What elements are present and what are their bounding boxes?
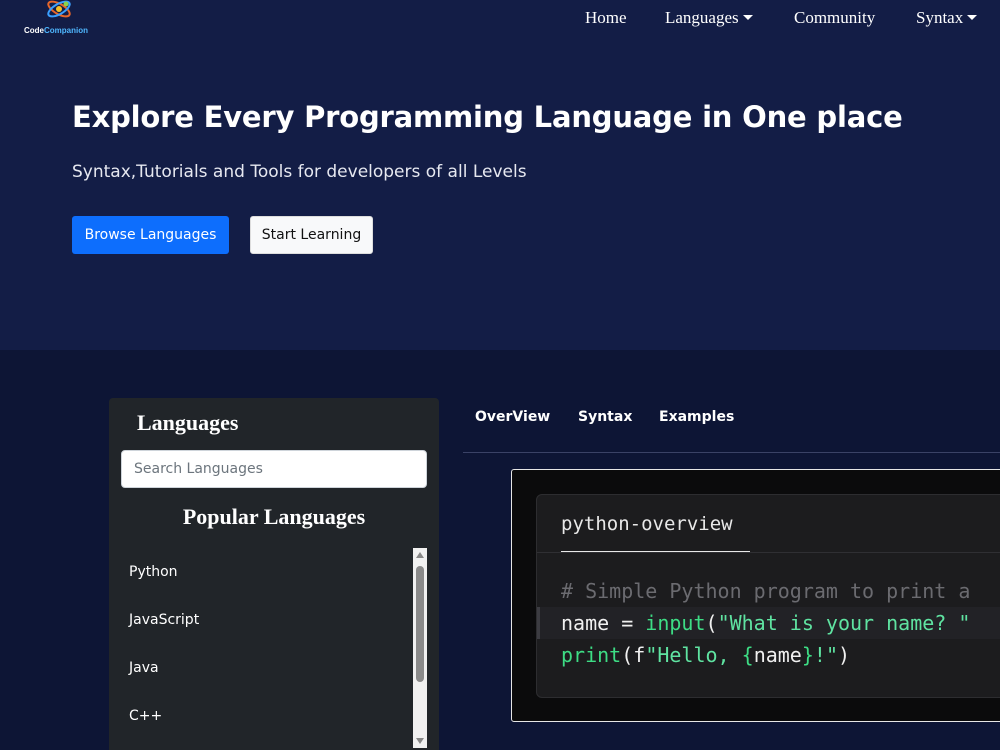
hero-title: Explore Every Programming Language in On… [72, 100, 903, 134]
nav-home[interactable]: Home [585, 8, 627, 28]
code-line-comment: # Simple Python program to print a [561, 579, 971, 603]
nav-syntax-dropdown[interactable]: Syntax [916, 8, 978, 28]
tab-overview[interactable]: OverView [475, 409, 550, 425]
brand-name: CodeCompanion [24, 26, 88, 35]
hero-subtitle: Syntax,Tutorials and Tools for developer… [72, 162, 527, 182]
language-list: Python JavaScript Java C++ [109, 548, 413, 750]
tab-syntax[interactable]: Syntax [578, 409, 632, 425]
code-panel: python-overview # Simple Python program … [511, 469, 1000, 722]
language-item-python[interactable]: Python [109, 548, 413, 596]
code-line-print: print(f"Hello, {name}!") [561, 643, 851, 667]
start-learning-button[interactable]: Start Learning [250, 216, 373, 254]
main-section: Languages Popular Languages Python JavaS… [0, 350, 1000, 750]
code-line-input: name = input("What is your name? " [561, 611, 971, 635]
brand-logo[interactable]: CodeCompanion [22, 0, 102, 40]
sidebar-title: Languages [137, 410, 239, 435]
caret-down-icon [967, 15, 978, 20]
language-list-scrollbar[interactable] [413, 548, 427, 748]
scroll-down-arrow-icon[interactable] [416, 738, 424, 744]
navbar: CodeCompanion Home Languages Community S… [0, 0, 1000, 60]
nav-community[interactable]: Community [794, 8, 875, 28]
language-item-java[interactable]: Java [109, 644, 413, 692]
code-file-tab[interactable]: python-overview [561, 513, 733, 535]
nav-syntax-label: Syntax [916, 8, 964, 27]
code-header-divider [537, 552, 1000, 553]
browse-languages-button[interactable]: Browse Languages [72, 216, 229, 254]
atom-logo-icon [47, 0, 71, 18]
search-languages-input[interactable] [121, 450, 427, 488]
hero-section: Explore Every Programming Language in On… [0, 60, 1000, 350]
code-editor: python-overview # Simple Python program … [536, 494, 1000, 698]
tab-examples[interactable]: Examples [659, 409, 734, 425]
content-tabs: OverView Syntax Examples [463, 398, 1000, 453]
popular-languages-heading: Popular Languages [182, 504, 366, 529]
language-item-javascript[interactable]: JavaScript [109, 596, 413, 644]
languages-sidebar: Languages Popular Languages Python JavaS… [109, 398, 439, 750]
nav-languages-label: Languages [665, 8, 739, 27]
language-item-cpp[interactable]: C++ [109, 692, 413, 740]
scroll-up-arrow-icon[interactable] [416, 552, 424, 558]
nav-languages-dropdown[interactable]: Languages [665, 8, 753, 28]
scrollbar-thumb[interactable] [416, 566, 424, 682]
caret-down-icon [742, 15, 753, 20]
